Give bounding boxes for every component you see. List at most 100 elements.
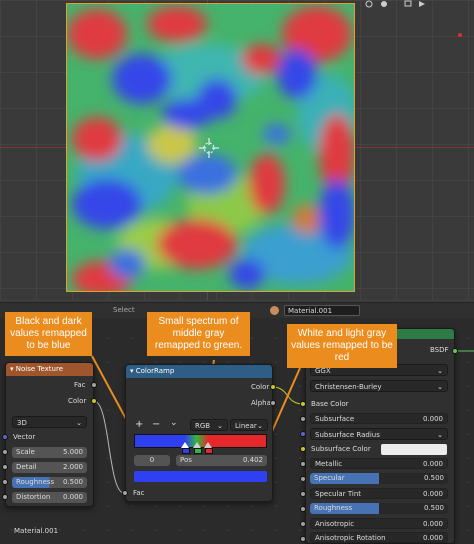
ramp-out-color-label: Color [251,383,270,391]
noise-node-title[interactable]: ▾ Noise Texture [6,363,93,376]
field-label: Scale [16,448,35,456]
field-label: Metallic [315,460,343,468]
distribution-value: GGX [315,367,331,375]
field-label: Pos [180,456,192,464]
ramp-in-fac-label: Fac [133,489,145,497]
field-label: Anisotropic [315,520,355,528]
subsurface-field[interactable]: Subsurface 0.000 [310,413,448,424]
bsdf-out-label: BSDF [430,346,449,354]
chevron-down-icon: ⌄ [437,383,443,391]
noise-vector-label: Vector [13,433,36,441]
noise-distortion-field[interactable]: Distortion 0.000 [12,492,87,503]
field-value: 0.500 [423,474,444,482]
subsurface-radius-dropdown[interactable]: Subsurface Radius ⌄ [310,428,448,440]
field-label: Distortion [16,493,51,501]
ramp-menu-button[interactable]: ⌄ [170,418,178,428]
ramp-out-alpha-label: Alpha [251,399,271,407]
field-value: 0.402 [242,456,263,464]
field-value: 0.000 [422,415,443,423]
remove-stop-button[interactable]: − [152,419,160,430]
color-stop-swatch[interactable] [181,448,190,454]
field-value: 0.000 [62,493,83,501]
colorramp-node-title-text: ColorRamp [135,367,175,375]
ramp-fac-socket[interactable] [122,490,128,496]
field-label: Detail [16,463,37,471]
field-label: Anisotropic Rotation [315,534,386,542]
specular-tint-socket[interactable] [300,491,306,497]
chevron-down-icon: ⌄ [257,422,263,430]
subsurface-color-socket[interactable] [300,446,306,452]
field-value: 0.000 [422,520,443,528]
stop-index-field[interactable]: 0 [134,455,170,466]
noise-fac-socket[interactable] [91,382,97,388]
field-label: Subsurface [315,415,355,423]
anisotropic-socket[interactable] [300,521,306,527]
anisotropic-rotation-socket[interactable] [300,536,306,542]
specular-socket[interactable] [300,476,306,482]
chevron-down-icon: ⌄ [76,419,82,427]
noise-dimensions-value: 3D [17,419,27,427]
base-color-socket[interactable] [300,401,306,407]
specular-field[interactable]: Specular 0.500 [310,473,448,484]
chevron-down-icon: ⌄ [437,367,443,375]
chevron-down-icon: ⌄ [217,422,223,430]
noise-node-title-text: Noise Texture [15,365,64,373]
anisotropic-rotation-field[interactable]: Anisotropic Rotation 0.000 [310,532,448,543]
metallic-field[interactable]: Metallic 0.000 [310,458,448,469]
subsurface-radius-socket[interactable] [300,431,306,437]
field-value: 0.500 [423,504,444,512]
ramp-color-socket[interactable] [270,384,276,390]
subsurface-method-value: Christensen-Burley [315,383,382,391]
noise-detail-field[interactable]: Detail 2.000 [12,462,87,473]
noise-roughness-field[interactable]: Roughness 0.500 [12,477,87,488]
noise-roughness-socket[interactable] [2,479,8,485]
noise-vector-socket[interactable] [2,434,8,440]
field-value: 5.000 [62,448,83,456]
field-label: Specular [314,474,345,482]
field-value: 0.000 [422,460,443,468]
field-label: Subsurface Radius [315,431,380,439]
subsurface-color-swatch[interactable] [381,444,447,455]
color-stop-swatch[interactable] [205,448,214,454]
color-stop-swatch[interactable] [193,448,202,454]
field-value: 0.000 [422,534,443,542]
colorramp-node-title[interactable]: ▾ ColorRamp [126,365,272,378]
link-color-to-fac [93,400,125,494]
subsurface-color-label: Subsurface Color [311,445,371,453]
noise-scale-field[interactable]: Scale 5.000 [12,447,87,458]
noise-out-fac-label: Fac [74,381,86,389]
roughness-field[interactable]: Roughness 0.500 [310,503,448,514]
color-ramp-stops[interactable] [134,438,267,454]
field-value: 2.000 [62,463,83,471]
ramp-alpha-socket[interactable] [270,400,276,406]
subsurface-socket[interactable] [300,416,306,422]
base-color-label: Base Color [311,400,349,408]
anisotropic-field[interactable]: Anisotropic 0.000 [310,518,448,529]
stop-color-swatch[interactable] [134,471,267,482]
metallic-socket[interactable] [300,461,306,467]
callout-blue-mapping: Black and dark values remapped to be blu… [5,312,92,356]
noise-detail-socket[interactable] [2,464,8,470]
footer-material-label: Material.001 [14,527,59,535]
field-value: 0.500 [62,478,83,486]
field-label: Roughness [16,478,55,486]
noise-scale-socket[interactable] [2,449,8,455]
roughness-socket[interactable] [300,506,306,512]
specular-tint-field[interactable]: Specular Tint 0.000 [310,488,448,499]
field-value: 0.000 [422,490,443,498]
subsurface-method-dropdown[interactable]: Christensen-Burley ⌄ [310,380,448,392]
stop-position-field[interactable]: Pos 0.402 [176,455,267,466]
interpolation-dropdown[interactable]: Linear ⌄ [230,419,268,431]
field-label: Specular Tint [315,490,362,498]
add-stop-button[interactable]: + [135,419,143,430]
color-mode-dropdown[interactable]: RGB ⌄ [190,419,228,431]
noise-dimensions-dropdown[interactable]: 3D ⌄ [12,416,87,428]
noise-distortion-socket[interactable] [2,494,8,500]
field-label: Roughness [314,504,353,512]
noise-color-socket[interactable] [91,398,97,404]
chevron-down-icon: ⌄ [437,431,443,439]
noise-out-color-label: Color [68,397,87,405]
callout-red-mapping: White and light gray values remapped to … [287,324,397,368]
interpolation-value: Linear [235,422,257,430]
bsdf-output-socket[interactable] [452,348,458,354]
